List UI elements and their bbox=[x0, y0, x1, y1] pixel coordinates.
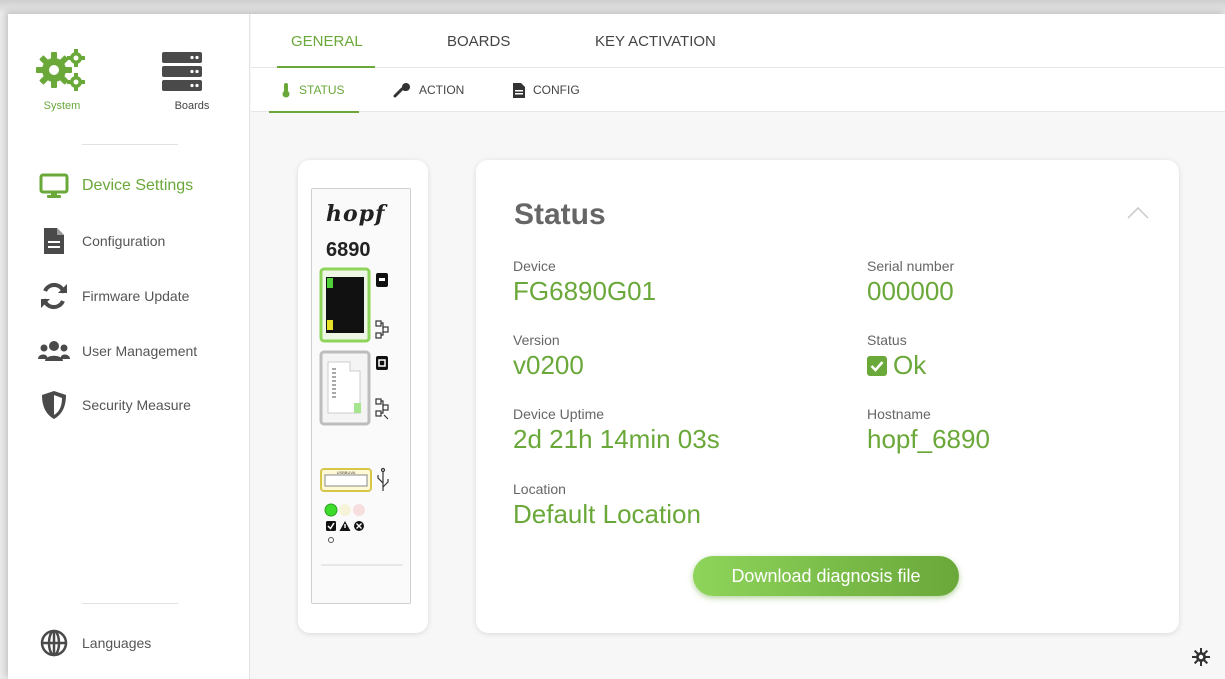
device-uptime-field: Device Uptime 2d 21h 14min 03s bbox=[513, 406, 720, 455]
hostname-field: Hostname hopf_6890 bbox=[867, 406, 990, 455]
field-label: Location bbox=[513, 481, 566, 497]
sidebar-item-label: User Management bbox=[82, 343, 198, 359]
subtab-action[interactable]: ACTION bbox=[393, 68, 464, 112]
subtab-label: STATUS bbox=[299, 83, 345, 97]
field-label: Status bbox=[867, 332, 907, 348]
field-value: v0200 bbox=[513, 350, 584, 380]
sidebar-item-label: Configuration bbox=[82, 233, 166, 249]
refresh-icon bbox=[38, 280, 70, 312]
download-diagnosis-button[interactable]: Download diagnosis file bbox=[693, 556, 959, 596]
serial-number-field: Serial number 000000 bbox=[867, 258, 954, 307]
subtab-label: CONFIG bbox=[533, 83, 580, 97]
field-label: Version bbox=[513, 332, 560, 348]
version-field: Version v0200 bbox=[513, 332, 584, 381]
sidebar-item-label: Device Settings bbox=[82, 177, 194, 194]
window-top-shadow bbox=[0, 0, 1225, 14]
device-model-label: 6890 bbox=[326, 239, 371, 261]
module-system-label: System bbox=[43, 100, 81, 112]
tab-label: KEY ACTIVATION bbox=[595, 32, 716, 50]
device-front-panel: hopf 6890 USBBUVA bbox=[311, 188, 411, 604]
device-brand-logo: hopf bbox=[326, 201, 386, 227]
monitor-icon bbox=[38, 170, 70, 202]
status-card: Status Device FG6890G01 Serial number 00… bbox=[476, 160, 1179, 633]
tab-boards[interactable]: BOARDS bbox=[447, 14, 510, 68]
tab-key-activation[interactable]: KEY ACTIVATION bbox=[595, 14, 716, 68]
device-ports: USBBUVA bbox=[319, 267, 403, 566]
subtab-label: ACTION bbox=[419, 83, 465, 97]
server-icon bbox=[162, 52, 202, 91]
status-title: Status bbox=[514, 198, 606, 231]
sidebar-item-label: Security Measure bbox=[82, 397, 191, 413]
field-label: Serial number bbox=[867, 258, 955, 274]
field-label: Device bbox=[513, 258, 556, 274]
field-value: hopf_6890 bbox=[867, 424, 990, 454]
sidebar-divider bbox=[82, 603, 178, 604]
thermometer-icon bbox=[281, 82, 291, 98]
users-icon bbox=[38, 335, 70, 367]
device-field: Device FG6890G01 bbox=[513, 258, 656, 307]
sub-tabs: STATUS ACTION CONFIG bbox=[251, 68, 1225, 113]
tab-general[interactable]: GENERAL bbox=[277, 14, 375, 69]
device-image-card: hopf 6890 USBBUVA bbox=[298, 160, 428, 633]
sidebar-item-device-settings[interactable]: Device Settings bbox=[38, 169, 193, 203]
file-icon bbox=[513, 82, 525, 98]
module-boards-label: Boards bbox=[174, 100, 210, 112]
field-label: Device Uptime bbox=[513, 406, 605, 422]
settings-gear-icon[interactable] bbox=[1192, 648, 1210, 671]
sidebar-item-security-measure[interactable]: Security Measure bbox=[38, 388, 191, 422]
document-icon bbox=[38, 225, 70, 257]
location-field: Location Default Location bbox=[513, 481, 701, 530]
subtab-config[interactable]: CONFIG bbox=[513, 68, 580, 112]
status-field: Status Ok bbox=[867, 332, 926, 381]
status-ok-value: Ok bbox=[893, 350, 927, 380]
field-value: 000000 bbox=[867, 276, 954, 306]
sidebar-item-label: Firmware Update bbox=[82, 288, 190, 304]
languages-button[interactable]: Languages bbox=[38, 626, 151, 660]
field-value: 2d 21h 14min 03s bbox=[513, 424, 720, 454]
shield-icon bbox=[38, 389, 70, 421]
sidebar-item-user-management[interactable]: User Management bbox=[38, 334, 197, 368]
main-tabs: GENERAL BOARDS KEY ACTIVATION bbox=[251, 14, 1225, 69]
languages-label: Languages bbox=[82, 635, 152, 651]
wrench-icon bbox=[393, 82, 411, 98]
tab-label: BOARDS bbox=[447, 32, 511, 50]
sidebar-item-configuration[interactable]: Configuration bbox=[38, 224, 165, 258]
gears-icon bbox=[36, 49, 85, 91]
field-value: FG6890G01 bbox=[513, 276, 657, 306]
field-value: Default Location bbox=[513, 499, 701, 529]
app-window: System Boards Device Settings Configurat… bbox=[8, 14, 1225, 679]
subtab-status[interactable]: STATUS bbox=[269, 68, 359, 113]
chevron-up-icon[interactable] bbox=[1127, 206, 1149, 224]
globe-icon bbox=[38, 627, 70, 659]
sidebar-item-firmware-update[interactable]: Firmware Update bbox=[38, 279, 189, 313]
field-value-wrap: Ok bbox=[867, 350, 926, 381]
sidebar-divider bbox=[82, 144, 178, 145]
svg-text:USBBUVA: USBBUVA bbox=[337, 470, 356, 475]
field-label: Hostname bbox=[867, 406, 931, 422]
tab-label: GENERAL bbox=[291, 32, 363, 50]
checkbox-checked-icon bbox=[867, 356, 887, 376]
sidebar: System Boards Device Settings Configurat… bbox=[8, 14, 250, 679]
